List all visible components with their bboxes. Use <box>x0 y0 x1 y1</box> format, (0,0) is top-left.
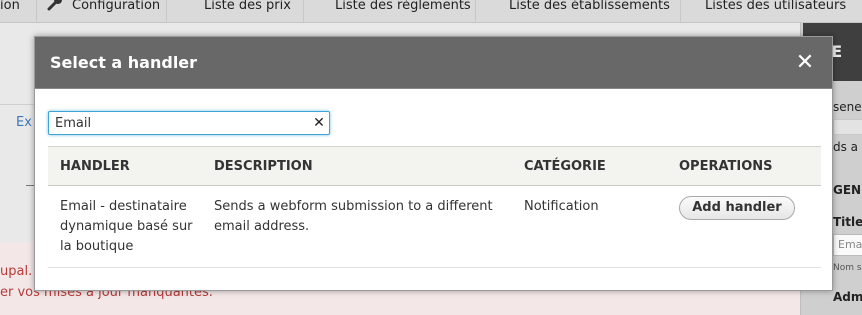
toolbar-item-configuration[interactable]: Configuration <box>72 0 160 22</box>
toolbar-divider <box>475 0 476 22</box>
sidebar-field-label: Adm <box>833 290 862 304</box>
column-header-handler: HANDLER <box>60 159 130 174</box>
table-header: HANDLER DESCRIPTION CATÉGORIE OPERATIONS <box>48 146 821 186</box>
search-field[interactable]: ✕ <box>48 111 330 135</box>
dialog-title: Select a handler <box>50 53 198 72</box>
close-button[interactable]: ✕ <box>794 50 816 75</box>
handler-description: Sends a webform submission to a differen… <box>214 199 493 234</box>
column-header-operations: OPERATIONS <box>679 159 773 174</box>
sidebar-label: sener <box>833 100 862 114</box>
toolbar-item-prix[interactable]: Liste des prix <box>204 0 291 22</box>
toolbar-item-utilisateurs[interactable]: Listes des utilisateurs <box>705 0 846 22</box>
toolbar-divider <box>303 0 304 22</box>
column-header-category: CATÉGORIE <box>524 159 606 174</box>
add-handler-button[interactable]: Add handler <box>679 196 795 220</box>
close-icon: ✕ <box>795 50 815 75</box>
toolbar-divider <box>166 0 167 22</box>
toolbar-item-reglements[interactable]: Liste des règlements <box>335 0 471 22</box>
background-link[interactable]: Ex <box>16 115 32 130</box>
search-input[interactable] <box>55 115 295 131</box>
admin-toolbar: ion Configuration Liste des prix Liste d… <box>0 0 862 23</box>
sidebar-field-label: Title <box>833 215 862 229</box>
toolbar-divider <box>680 0 681 22</box>
sidebar-title-field[interactable]: Ema <box>833 234 862 256</box>
clear-search-icon[interactable]: ✕ <box>311 114 327 132</box>
sidebar-section-heading: GEN <box>833 183 862 197</box>
select-handler-dialog: Select a handler ✕ ✕ HANDLER DESCRIPTION… <box>34 36 833 291</box>
wrench-icon <box>47 0 62 11</box>
toolbar-divider <box>36 0 37 22</box>
table-row: Email - destinataire dynamique basé sur … <box>48 186 821 268</box>
column-header-description: DESCRIPTION <box>214 159 313 174</box>
handler-category: Notification <box>524 199 599 214</box>
sidebar-box <box>833 119 862 135</box>
handler-name: Email - destinataire dynamique basé sur … <box>60 199 193 254</box>
dialog-header: Select a handler ✕ <box>35 37 832 89</box>
toolbar-item-action[interactable]: ion <box>0 0 20 22</box>
sidebar-label: ds a <box>833 140 859 154</box>
sidebar-help-text: Nom s <box>833 263 862 273</box>
toolbar-item-etablissements[interactable]: Liste des établissements <box>509 0 670 22</box>
